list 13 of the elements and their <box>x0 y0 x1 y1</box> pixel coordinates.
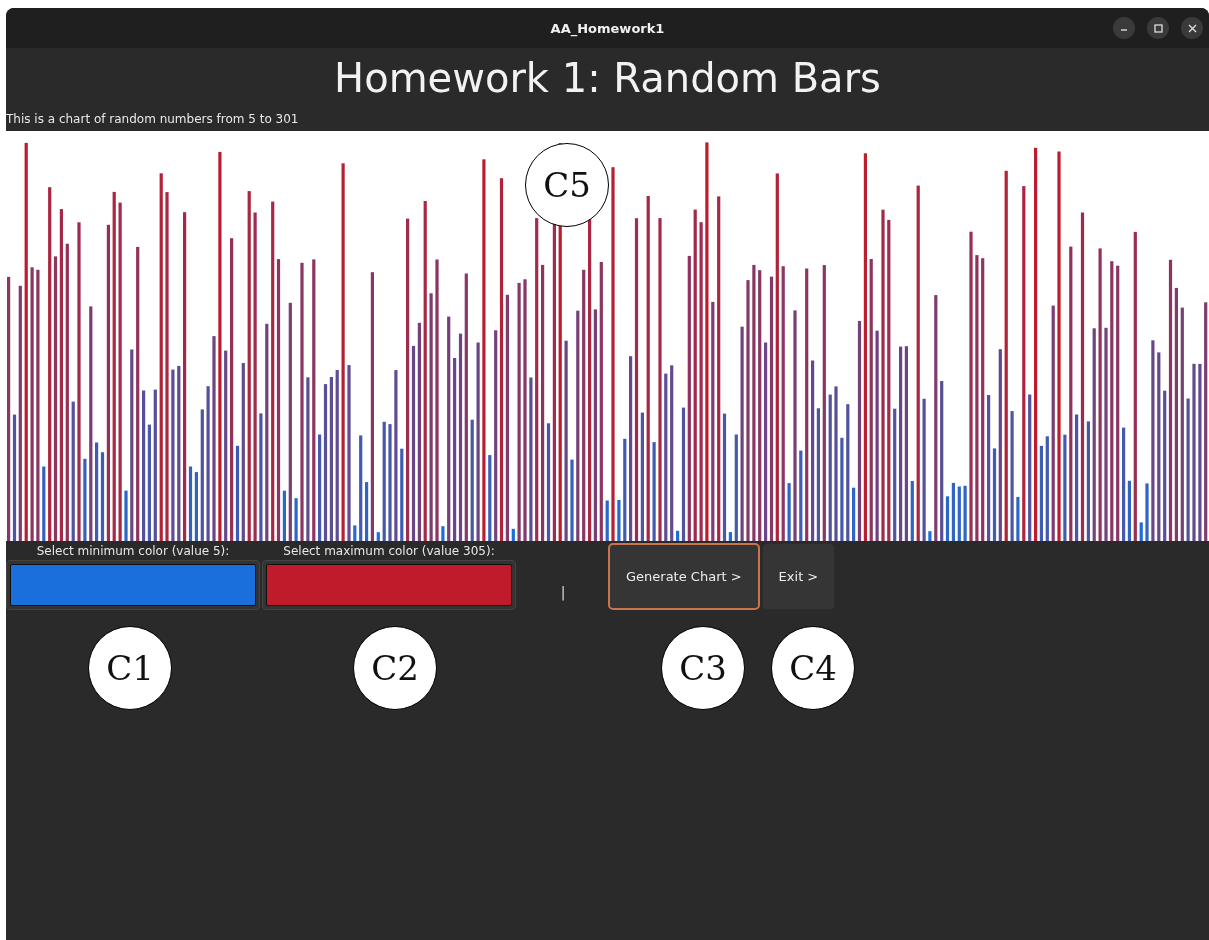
maximize-icon <box>1153 23 1163 33</box>
generate-chart-button[interactable]: Generate Chart > <box>608 543 760 610</box>
close-button[interactable] <box>1181 17 1203 39</box>
color-picker-label: Select minimum color (value 5): <box>36 543 230 560</box>
window-title: AA_Homework1 <box>550 20 665 36</box>
status-text: | <box>560 583 566 600</box>
page-heading: Homework 1: Random Bars <box>334 55 881 101</box>
exit-button[interactable]: Exit > <box>761 543 836 610</box>
maximize-button[interactable] <box>1147 17 1169 39</box>
color-picker-label: Select maximum color (value 305): <box>283 543 495 560</box>
close-icon <box>1187 23 1197 33</box>
minimize-button[interactable] <box>1113 17 1135 39</box>
chart-caption: This is a chart of random numbers from 5 to 301 <box>6 112 299 126</box>
